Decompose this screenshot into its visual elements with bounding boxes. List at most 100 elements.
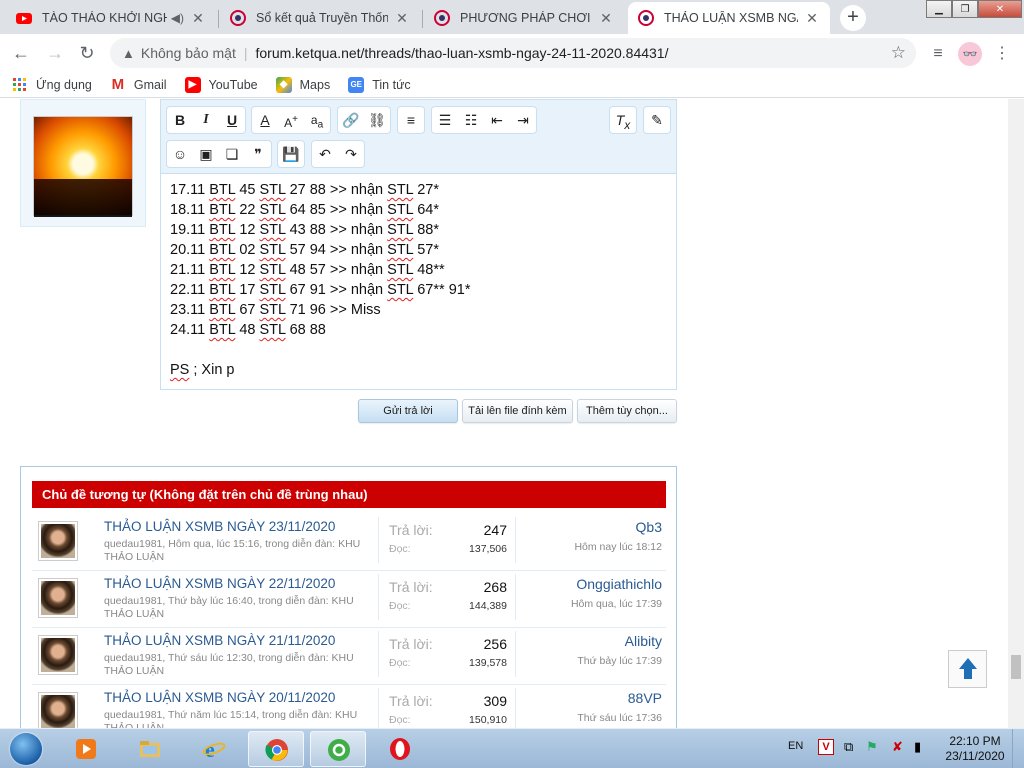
close-icon[interactable]: ✕ xyxy=(394,10,410,26)
editor-text-run: 24.11 xyxy=(170,322,210,338)
language-indicator[interactable]: EN xyxy=(788,740,803,752)
bookmark-apps[interactable]: Ứng dụng xyxy=(12,77,92,93)
thread-title-link[interactable]: THẢO LUẬN XSMB NGÀY 20/11/2020 xyxy=(104,690,335,705)
thread-title-link[interactable]: THẢO LUẬN XSMB NGÀY 22/11/2020 xyxy=(104,576,335,591)
bbcode-toggle-icon[interactable]: ✎ xyxy=(644,107,670,133)
tray-battery-icon[interactable]: ▮ xyxy=(914,739,921,755)
gmail-icon: M xyxy=(111,76,125,93)
image-icon[interactable]: ▣ xyxy=(193,141,219,167)
spellcheck-word: STL xyxy=(259,322,286,338)
media-control-icon[interactable]: ≡ xyxy=(926,42,950,66)
quote-icon[interactable]: ❞ xyxy=(245,141,271,167)
last-post-user-link[interactable]: Qb3 xyxy=(636,519,662,535)
back-button[interactable]: ← xyxy=(8,40,34,66)
italic-icon[interactable]: I xyxy=(193,107,219,133)
taskbar-ie[interactable]: e xyxy=(186,731,242,767)
remove-format-icon[interactable]: Tx xyxy=(610,107,636,133)
tab-2[interactable]: PHƯƠNG PHÁP CHƠI DÀN ... ✕ xyxy=(424,2,624,34)
unlink-icon[interactable]: ⛓ xyxy=(364,107,390,133)
upload-attachment-button[interactable]: Tải lên file đính kèm xyxy=(462,399,573,423)
close-window-button[interactable]: ✕ xyxy=(978,0,1022,18)
bookmark-label: Tin tức xyxy=(372,77,411,92)
taskbar-opera[interactable] xyxy=(372,731,428,767)
forward-button[interactable]: → xyxy=(42,40,68,66)
reply-editor[interactable]: B I U A A+ aa 🔗 ⛓ ≡ ☰ ☷ ⇤ ⇥ Tx ✎ ☺ ▣ ❏ ❞… xyxy=(160,99,677,390)
taskbar-coccoc[interactable] xyxy=(310,731,366,767)
smiley-icon[interactable]: ☺ xyxy=(167,141,193,167)
editor-text-run: ; Xin p xyxy=(189,362,235,378)
last-post-time[interactable]: Thứ sáu lúc 17:36 xyxy=(577,712,662,724)
scrollbar-thumb[interactable] xyxy=(1011,655,1021,679)
font-family-icon[interactable]: aa xyxy=(304,107,330,133)
minimize-button[interactable]: ▁ xyxy=(926,0,952,18)
tray-flag-icon[interactable]: ⚑ xyxy=(866,739,878,755)
last-post-time[interactable]: Thứ bảy lúc 17:39 xyxy=(577,655,662,667)
page-scrollbar[interactable] xyxy=(1008,99,1024,728)
media-icon[interactable]: ❏ xyxy=(219,141,245,167)
thread-author-avatar[interactable] xyxy=(38,692,78,728)
views-label: Đọc: xyxy=(389,543,411,555)
bookmark-gmail[interactable]: M Gmail xyxy=(110,76,167,93)
bookmarks-bar: Ứng dụng M Gmail ▶ YouTube ◆ Maps GE Tin… xyxy=(0,72,1024,98)
thread-author-avatar[interactable] xyxy=(38,578,78,618)
bookmark-youtube[interactable]: ▶ YouTube xyxy=(184,76,258,93)
bookmark-label: YouTube xyxy=(208,77,258,92)
tab-3[interactable]: THẢO LUẬN XSMB NGÀY 2... ✕ xyxy=(628,2,830,34)
text-color-icon[interactable]: A xyxy=(252,107,278,133)
indent-icon[interactable]: ⇥ xyxy=(510,107,536,133)
bookmark-news[interactable]: GE Tin tức xyxy=(348,76,411,93)
last-post-user-link[interactable]: Onggiathichlo xyxy=(576,576,662,592)
new-tab-button[interactable]: + xyxy=(840,5,866,31)
last-post-time[interactable]: Hôm qua, lúc 17:39 xyxy=(571,598,662,610)
reload-button[interactable]: ↻ xyxy=(74,40,100,66)
close-icon[interactable]: ✕ xyxy=(804,10,820,26)
tray-app-icon[interactable]: V xyxy=(818,739,834,755)
system-clock[interactable]: 22:10 PM 23/11/2020 xyxy=(940,734,1010,764)
undo-icon[interactable]: ↶ xyxy=(312,141,338,167)
numbered-list-icon[interactable]: ☷ xyxy=(458,107,484,133)
last-post-user-link[interactable]: Alibity xyxy=(625,633,662,649)
maximize-button[interactable]: ❐ xyxy=(952,0,978,18)
taskbar-chrome[interactable] xyxy=(248,731,304,767)
align-left-icon[interactable]: ≡ xyxy=(398,107,424,133)
font-size-icon[interactable]: A+ xyxy=(278,107,304,133)
tray-volume-icon[interactable]: ✘ xyxy=(892,739,903,755)
thread-title-link[interactable]: THẢO LUẬN XSMB NGÀY 21/11/2020 xyxy=(104,633,335,648)
editor-text-area[interactable]: 17.11 BTL 45 STL 27 88 >> nhận STL 27* 18… xyxy=(170,180,470,380)
menu-icon[interactable]: ⋮ xyxy=(990,42,1014,66)
bookmark-maps[interactable]: ◆ Maps xyxy=(275,76,330,93)
bookmark-star-icon[interactable]: ☆ xyxy=(891,43,906,63)
tab-0[interactable]: TÀO THÁO KHỞI NGHIỆP ◀) ✕ xyxy=(6,2,216,34)
last-post-user-link[interactable]: 88VP xyxy=(628,690,662,706)
post-reply-button[interactable]: Gửi trả lời xyxy=(358,399,458,423)
taskbar-explorer[interactable] xyxy=(122,731,178,767)
user-avatar[interactable] xyxy=(33,116,133,217)
editor-text-run: 48** xyxy=(413,262,445,278)
underline-icon[interactable]: U xyxy=(219,107,245,133)
start-button[interactable] xyxy=(4,730,48,768)
more-options-button[interactable]: Thêm tùy chọn... xyxy=(577,399,677,423)
thread-author-avatar[interactable] xyxy=(38,521,78,561)
last-post-time[interactable]: Hôm nay lúc 18:12 xyxy=(574,541,662,553)
redo-icon[interactable]: ↷ xyxy=(338,141,364,167)
link-icon[interactable]: 🔗 xyxy=(338,107,364,133)
save-group: 💾 xyxy=(277,140,305,168)
tab-1[interactable]: Sổ kết quả Truyền Thống - ... ✕ xyxy=(220,2,420,34)
bold-icon[interactable]: B xyxy=(167,107,193,133)
outdent-icon[interactable]: ⇤ xyxy=(484,107,510,133)
address-bar[interactable]: ▲ Không bảo mật | forum.ketqua.net/threa… xyxy=(110,38,916,68)
close-icon[interactable]: ✕ xyxy=(190,10,206,26)
taskbar-media-player[interactable] xyxy=(58,731,114,767)
show-desktop-button[interactable] xyxy=(1012,729,1024,768)
tray-network-icon[interactable]: ⧉ xyxy=(844,739,853,755)
close-icon[interactable]: ✕ xyxy=(598,10,614,26)
windows-taskbar: e EN V ⧉ ⚑ ✘ ▮ 22:10 PM 23/11/2020 xyxy=(0,728,1024,768)
save-draft-icon[interactable]: 💾 xyxy=(278,141,304,167)
thread-title-link[interactable]: THẢO LUẬN XSMB NGÀY 23/11/2020 xyxy=(104,519,335,534)
profile-avatar[interactable]: 👓 xyxy=(958,42,982,66)
editor-line: 20.11 BTL 02 STL 57 94 >> nhận STL 57* xyxy=(170,240,470,260)
thread-author-avatar[interactable] xyxy=(38,635,78,675)
scroll-to-top-button[interactable] xyxy=(948,650,987,688)
bullet-list-icon[interactable]: ☰ xyxy=(432,107,458,133)
